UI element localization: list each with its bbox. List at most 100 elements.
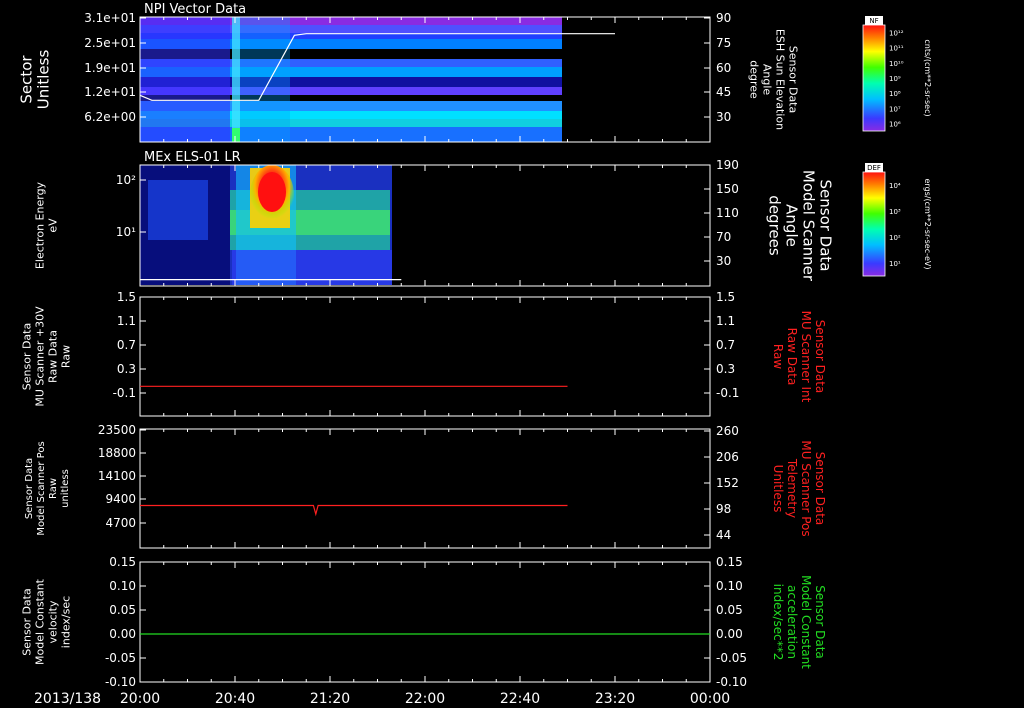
data-series-line [140,504,568,517]
colorbar-unit-label: ergs/(cm**2-sr-sec-eV) [923,178,932,269]
colorbar [862,24,886,132]
panel-title: MEx ELS-01 LR [144,150,241,165]
right-axis-label: Telemetry [785,458,799,518]
y-tick-label: -0.05 [105,651,136,665]
time-tick-label: 21:20 [310,691,350,707]
time-tick-label: 22:00 [405,691,445,707]
colorbar-unit-label: cnts/(cm**2-sr-sec) [923,39,932,116]
time-tick-label: 23:20 [595,691,635,707]
right-y-tick-label: 30 [716,110,731,124]
right-axis-label: Angle [783,204,801,247]
y-tick-label: 9400 [105,492,136,506]
date-label: 2013/138 [34,691,101,707]
colorbar-tick-label: 10² [889,234,901,242]
right-axis-label: Raw Data [785,328,799,386]
y-axis-label: Sensor Data [24,458,35,519]
y-tick-label: 10² [116,173,136,187]
right-y-tick-label: 152 [716,476,739,490]
y-tick-label: 1.1 [117,314,136,328]
y-axis-label: Sensor Data [21,588,34,655]
y-tick-label: 23500 [98,423,136,437]
y-axis-label: Raw [48,478,59,499]
y-axis-label: Electron Energy [34,181,47,269]
y-tick-label: 1.9e+01 [84,61,136,75]
right-y-tick-label: 0.00 [716,627,743,641]
right-y-tick-label: 30 [716,254,731,268]
right-axis-label: Unitless [771,465,785,513]
colorbar-title: DEF [867,164,881,172]
right-y-tick-label: 0.05 [716,603,743,617]
y-tick-label: 3.1e+01 [84,11,136,25]
right-y-tick-label: 0.3 [716,362,735,376]
right-y-tick-label: 110 [716,206,739,220]
right-y-tick-label: 44 [716,528,731,542]
right-y-tick-label: -0.05 [716,651,747,665]
panel-title: NPI Vector Data [144,2,246,17]
y-axis-label: Raw Data [47,330,60,383]
right-y-tick-label: 0.10 [716,579,743,593]
y-axis-label: Sensor Data [21,323,34,390]
y-axis-label: unitless [60,469,71,508]
colorbar-tick-label: 10⁶ [889,120,901,128]
right-y-tick-label: 98 [716,502,731,516]
multi-panel-plot: 3.1e+01 2.5e+01 1.9e+01 1.2e+01 6.2e+00 90 75 6… [18,2,933,707]
right-axis-label: MU Scanner Pos [799,440,813,536]
right-y-tick-label: 90 [716,11,731,25]
right-axis-label: MU Scanner Int [799,311,813,403]
right-y-tick-label: 45 [716,85,731,99]
right-axis-label: Angle [761,64,774,96]
right-axis-label: ESH Sun Elevation [774,29,787,130]
colorbar-tick-label: 10⁷ [889,105,901,113]
time-tick-label: 20:00 [120,691,160,707]
y-axis-label: index/sec [60,596,73,648]
colorbar-title: NF [869,17,878,25]
y-tick-label: 18800 [98,446,136,460]
panel-5-frame [139,561,711,683]
y-tick-label: 1.5 [117,290,136,304]
y-axis-label: Raw [60,345,73,368]
right-axis-label: Sensor Data [813,452,827,526]
right-y-tick-label: -0.10 [716,675,747,689]
colorbar [862,171,886,277]
y-tick-label: 6.2e+00 [84,110,136,124]
y-axis-label: velocity [47,600,60,643]
y-tick-label: 0.3 [117,362,136,376]
right-axis-label: Sensor Data [813,585,827,659]
y-tick-label: 0.10 [109,579,136,593]
right-y-tick-label: 150 [716,182,739,196]
right-y-tick-label: 75 [716,36,731,50]
y-tick-label: -0.10 [105,675,136,689]
panel2-heatmap [140,165,392,285]
panel-3-frame [139,296,711,417]
y-tick-label: 0.05 [109,603,136,617]
time-tick-label: 22:40 [500,691,540,707]
right-y-tick-label: 60 [716,61,731,75]
y-tick-label: 2.5e+01 [84,36,136,50]
y-axis-label: Model Scanner Pos [36,441,47,535]
colorbar-tick-label: 10⁴ [889,182,901,190]
right-axis-label: Model Scanner [800,170,818,282]
right-y-tick-label: 206 [716,450,739,464]
right-y-tick-label: 0.7 [716,338,735,352]
y-tick-label: 1.2e+01 [84,85,136,99]
y-tick-label: 0.15 [109,555,136,569]
colorbar-tick-label: 10³ [889,208,901,216]
panel-4-frame [139,428,711,549]
right-y-tick-label: 1.1 [716,314,735,328]
colorbar-tick-label: 10¹¹ [889,45,904,53]
y-axis-label: MU Scanner +30V [34,306,47,407]
y-tick-label: 0.00 [109,627,136,641]
right-y-tick-label: 190 [716,158,739,172]
right-y-tick-label: 260 [716,424,739,438]
y-axis-label: Sector [18,55,36,104]
colorbar-tick-label: 10¹² [889,30,904,38]
right-y-tick-label: -0.1 [716,386,739,400]
y-tick-label: 4700 [105,516,136,530]
right-axis-label: Sensor Data [817,180,835,272]
right-axis-label: acceleration [785,585,799,659]
right-axis-label: Model Constant [799,575,813,669]
colorbar-tick-label: 10¹⁰ [889,60,904,68]
right-axis-label: Sensor Data [813,320,827,394]
right-y-tick-label: 70 [716,230,731,244]
y-axis-label: Model Constant [34,578,47,665]
